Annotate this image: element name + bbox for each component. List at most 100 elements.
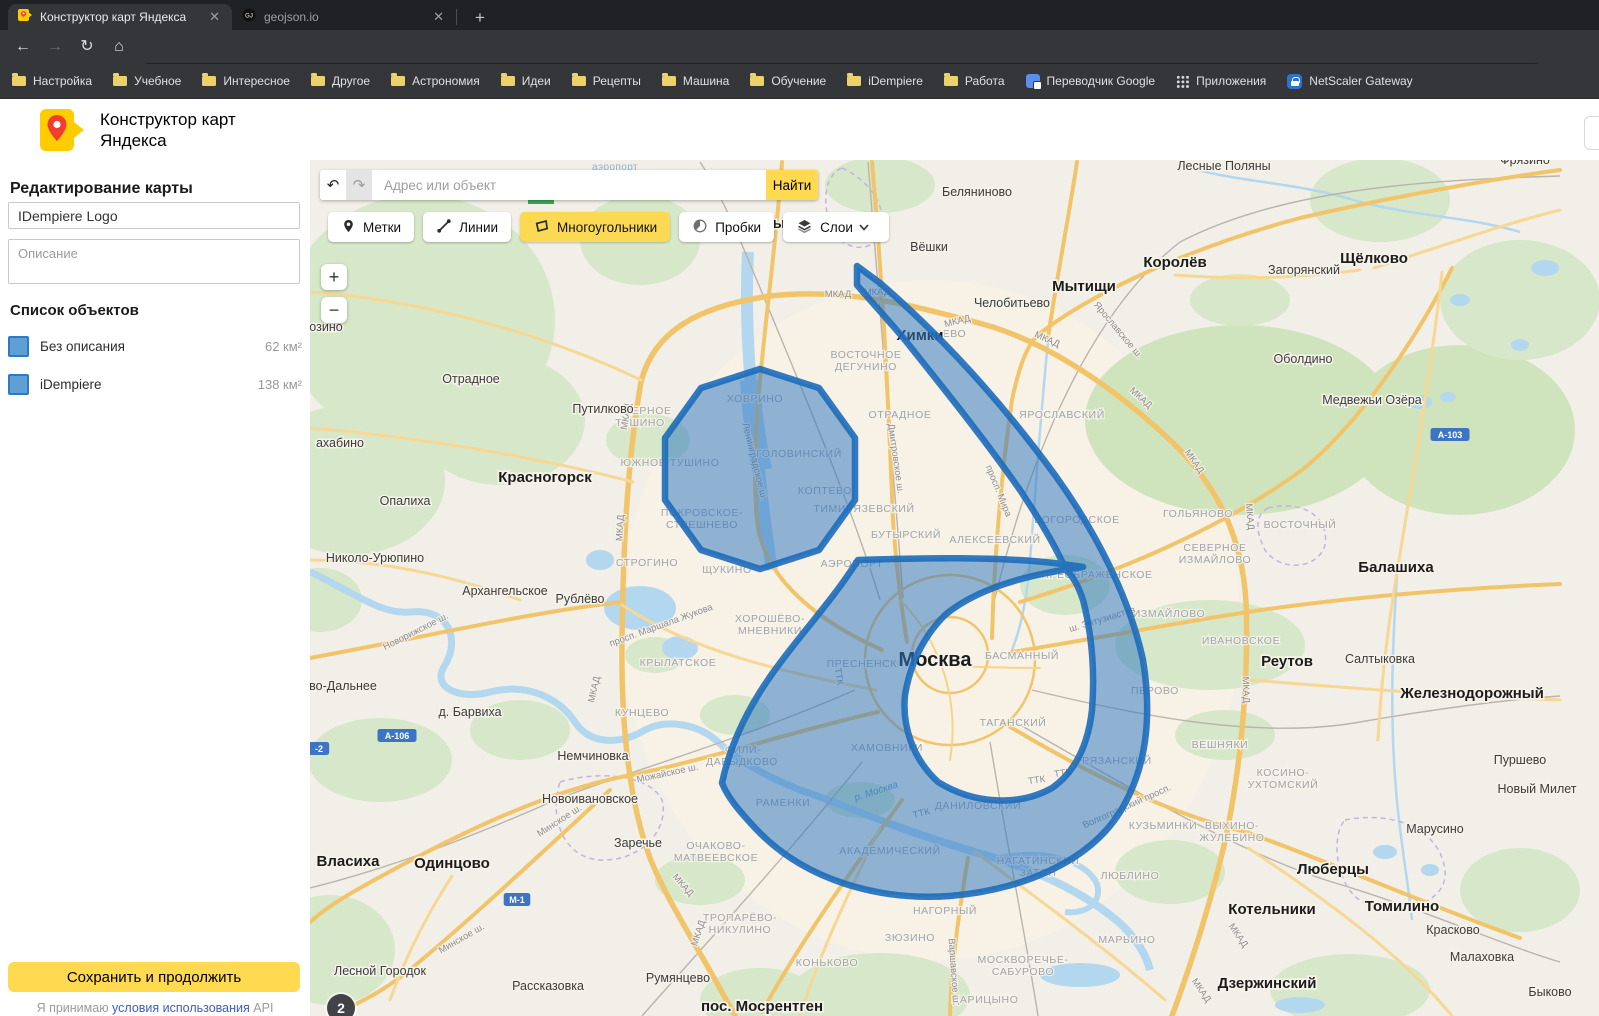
save-button[interactable]: Сохранить и продолжить [8, 962, 300, 992]
bookmark-label: NetScaler Gateway [1309, 74, 1412, 88]
folder-icon [847, 76, 861, 86]
tab-close-icon[interactable]: ✕ [207, 9, 222, 25]
tab-close-icon[interactable]: ✕ [431, 9, 446, 25]
map-label: Опалиха [380, 494, 431, 508]
tool-label: Метки [363, 220, 401, 235]
zoom-out-button[interactable]: − [321, 297, 347, 323]
map-label: Власиха [317, 853, 381, 870]
map-label: АЛЕКСЕЕВСКИЙ [949, 533, 1040, 546]
map-label: СТРОГИНО [616, 557, 678, 569]
map-label: Лесной Городок [334, 964, 426, 978]
map-label: Мытищи [1052, 278, 1116, 295]
map-label: Новоивановское [542, 792, 638, 806]
map-canvas[interactable]: БИБИРЕВОВОСТОЧНОЕДЕГУНИНООТРАДНОЕЯРОСЛАВ… [310, 160, 1599, 1016]
bookmark-item[interactable]: Учебное [113, 74, 181, 88]
zoom-in-button[interactable]: + [321, 264, 347, 290]
map-label: ЖУЛЕБИНО [1199, 832, 1264, 844]
tool-button-traffic[interactable]: Пробки [679, 212, 774, 242]
object-list-item[interactable]: Без описания62 км² [0, 327, 310, 365]
map-label: Люберцы [1297, 861, 1369, 878]
map-label: ХОРОШЁВО- [735, 613, 805, 625]
map-label: Отрадное [442, 372, 500, 386]
page-header: Конструктор карт Яндекса [0, 99, 1599, 160]
map-label: МАТВЕЕВСКОЕ [674, 852, 758, 864]
bookmark-label: Астрономия [412, 74, 480, 88]
map-label: Королёв [1143, 254, 1206, 271]
terms-link[interactable]: условия использования [112, 1001, 250, 1015]
bookmark-item[interactable]: Астрономия [391, 74, 480, 88]
folder-icon [113, 76, 127, 86]
bookmark-item[interactable]: Работа [944, 74, 1005, 88]
forward-icon[interactable]: → [42, 34, 68, 60]
map-name-input[interactable] [8, 202, 300, 229]
object-list-item[interactable]: iDempiere138 км² [0, 365, 310, 403]
map-label: ВОСТОЧНОЕ [830, 349, 901, 361]
polygon-icon [533, 218, 557, 237]
road-badge-label: М-1 [509, 895, 525, 905]
road-badge-label: -2 [315, 744, 323, 754]
map-label: Медвежьи Озёра [1322, 393, 1422, 407]
browser-tab-1[interactable]: Конструктор карт Яндекса✕ [8, 4, 232, 30]
back-icon[interactable]: ← [10, 34, 36, 60]
bookmark-item[interactable]: NetScaler Gateway [1287, 74, 1412, 89]
tool-button-pin[interactable]: Метки [328, 212, 414, 242]
map-label: КРЫЛАТСКОЕ [640, 657, 717, 669]
bookmark-label: Рецепты [593, 74, 641, 88]
vertex-marker-badge[interactable]: 2 [327, 994, 355, 1016]
map-label: Быково [1528, 985, 1571, 999]
new-tab-button[interactable]: + [468, 7, 492, 31]
map-label: Лесные Поляны [1177, 160, 1270, 173]
map-label: Дзержинский [1218, 975, 1317, 992]
map-label: КУНЦЕВО [615, 707, 669, 719]
tool-button-layers[interactable]: Слои [783, 212, 889, 242]
bookmark-item[interactable]: Рецепты [572, 74, 641, 88]
map-label: ВЫХИНО- [1205, 820, 1259, 832]
bookmark-item[interactable]: Обучение [750, 74, 826, 88]
tool-label: Слои [820, 220, 853, 235]
bookmark-item[interactable]: Переводчик Google [1026, 74, 1156, 88]
tool-button-line[interactable]: Линии [423, 212, 511, 242]
map-label: ЗЮЗИНО [885, 932, 935, 944]
bookmark-item[interactable]: Интересное [202, 74, 290, 88]
object-area: 62 км² [265, 339, 302, 354]
map-label: Загорянский [1268, 263, 1340, 277]
tab-title: geojson.io [264, 10, 423, 24]
undo-button[interactable]: ↶ [320, 170, 346, 200]
bookmark-label: Учебное [134, 74, 181, 88]
object-area: 138 км² [258, 377, 302, 392]
road-badge-label: А-103 [1438, 430, 1463, 440]
map-label: Румянцево [646, 971, 710, 985]
map-label: КОНЬКОВО [796, 957, 858, 969]
bookmark-item[interactable]: Приложения [1176, 74, 1266, 88]
svg-text:GJ: GJ [245, 13, 253, 19]
tool-button-polygon[interactable]: Многоугольники [520, 212, 670, 242]
map-label: Салтыковка [1345, 652, 1415, 666]
pin-icon [341, 218, 363, 237]
tab-separator [456, 9, 457, 25]
login-button-partial[interactable] [1584, 116, 1599, 150]
browser-tab-2[interactable]: GJ geojson.io ✕ [232, 4, 456, 30]
map-label: ТРОПАРЁВО- [703, 912, 777, 924]
folder-icon [572, 76, 586, 86]
map-label: ВЕШНЯКИ [1192, 739, 1249, 751]
bookmark-item[interactable]: Другое [311, 74, 370, 88]
home-icon[interactable]: ⌂ [106, 34, 132, 60]
map-label: ИЗМАЙЛОВО [1133, 607, 1205, 620]
map-description-input[interactable] [8, 239, 300, 284]
bookmark-item[interactable]: iDempiere [847, 74, 923, 88]
bookmark-item[interactable]: Идеи [501, 74, 551, 88]
traffic-icon [692, 218, 715, 237]
redo-button[interactable]: ↷ [346, 170, 372, 200]
map-tools-row: Метки Линии Многоугольники Пробки Слои [328, 212, 898, 242]
map-label: Одинцово [414, 855, 490, 872]
map-label: Марусино [1406, 822, 1464, 836]
tool-label: Пробки [715, 220, 761, 235]
bookmark-item[interactable]: Настройка [12, 74, 92, 88]
chevron-down-icon [859, 224, 876, 231]
bookmark-item[interactable]: Машина [662, 74, 729, 88]
search-input[interactable] [372, 170, 766, 200]
folder-icon [501, 76, 515, 86]
map-label: Новый Милет [1497, 782, 1576, 796]
find-button[interactable]: Найти [766, 170, 818, 200]
reload-icon[interactable]: ↻ [74, 34, 100, 60]
